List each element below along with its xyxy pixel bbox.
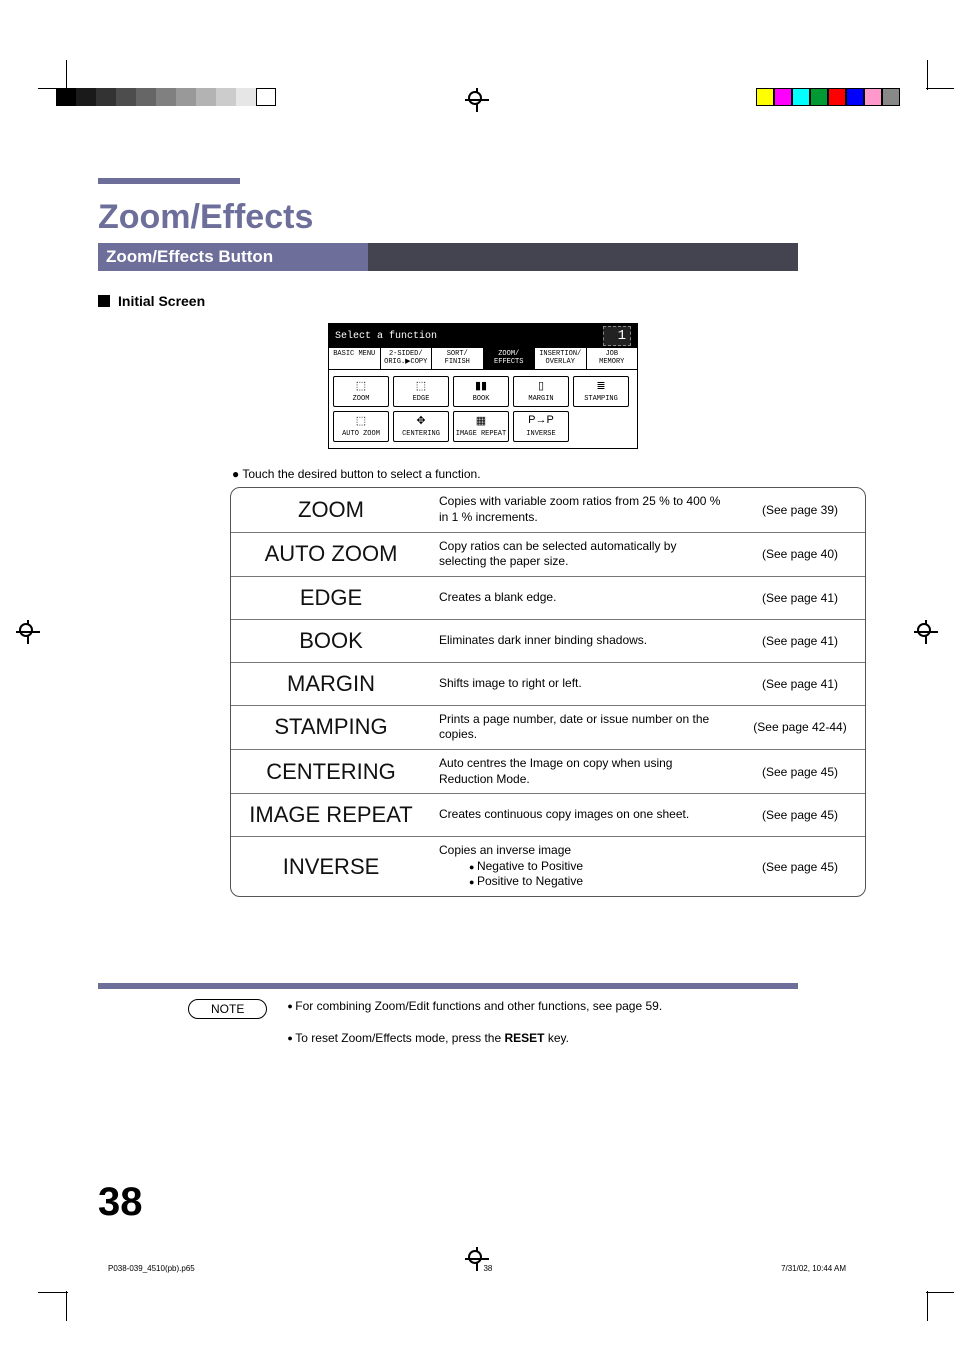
function-row: EDGECreates a blank edge.(See page 41) — [231, 577, 865, 620]
section-header-label: Zoom/Effects Button — [98, 243, 368, 271]
centering-icon: ✥ — [416, 414, 425, 427]
function-description: Eliminates dark inner binding shadows. — [431, 620, 735, 662]
function-description: Creates continuous copy images on one sh… — [431, 794, 735, 836]
function-name: CENTERING — [231, 750, 431, 793]
note-line: For combining Zoom/Edit functions and ot… — [287, 999, 662, 1013]
function-description: Creates a blank edge. — [431, 577, 735, 619]
note-section: NOTE For combining Zoom/Edit functions a… — [98, 999, 868, 1063]
function-description: Prints a page number, date or issue numb… — [431, 706, 735, 749]
function-row: BOOKEliminates dark inner binding shadow… — [231, 620, 865, 663]
function-row: INVERSECopies an inverse imageNegative t… — [231, 837, 865, 896]
edge-icon: ⬚ — [416, 379, 426, 392]
lcd-button-edge[interactable]: ⬚EDGE — [393, 376, 449, 407]
function-row: MARGINShifts image to right or left.(See… — [231, 663, 865, 706]
lcd-button-book[interactable]: ▮▮BOOK — [453, 376, 509, 407]
registration-mark-top — [465, 88, 489, 112]
lcd-tab[interactable]: BASIC MENU — [329, 348, 381, 369]
footer-page: 38 — [483, 1264, 492, 1273]
function-description: Auto centres the Image on copy when usin… — [431, 750, 735, 793]
crop-mark-br — [906, 1271, 946, 1311]
function-row: CENTERINGAuto centres the Image on copy … — [231, 750, 865, 794]
function-name: STAMPING — [231, 706, 431, 749]
touch-instruction: ● Touch the desired button to select a f… — [232, 467, 868, 481]
initial-screen-label: Initial Screen — [118, 293, 205, 309]
lcd-button-zoom[interactable]: ⬚ZOOM — [333, 376, 389, 407]
footer-date: 7/31/02, 10:44 AM — [781, 1264, 846, 1273]
margin-icon: ▯ — [538, 379, 544, 392]
function-reference: (See page 45) — [735, 794, 865, 836]
function-reference: (See page 41) — [735, 577, 865, 619]
lcd-screenshot: Select a function 1 BASIC MENU2-SIDED/ O… — [328, 323, 638, 449]
page-title: Zoom/Effects — [98, 198, 868, 237]
note-badge: NOTE — [188, 999, 267, 1019]
note-lines: For combining Zoom/Edit functions and ot… — [287, 999, 662, 1063]
lcd-prompt: Select a function — [335, 331, 437, 342]
function-reference: (See page 39) — [735, 488, 865, 531]
function-name: ZOOM — [231, 488, 431, 531]
function-reference: (See page 45) — [735, 837, 865, 896]
function-name: BOOK — [231, 620, 431, 662]
lcd-tab[interactable]: ZOOM/ EFFECTS — [484, 348, 536, 369]
function-description: Copies an inverse imageNegative to Posit… — [431, 837, 735, 896]
function-description: Copy ratios can be selected automaticall… — [431, 533, 735, 576]
lcd-tab[interactable]: INSERTION/ OVERLAY — [535, 348, 587, 369]
function-reference: (See page 45) — [735, 750, 865, 793]
lcd-button-auto-zoom[interactable]: ⬚AUTO ZOOM — [333, 411, 389, 442]
lcd-button-margin[interactable]: ▯MARGIN — [513, 376, 569, 407]
image-repeat-icon: ▦ — [476, 414, 486, 427]
lcd-copy-count: 1 — [603, 326, 631, 346]
stamping-icon: ≣ — [596, 379, 605, 392]
lcd-button-image-repeat[interactable]: ▦IMAGE REPEAT — [453, 411, 509, 442]
crop-mark-bl — [48, 1271, 88, 1311]
lcd-button-stamping[interactable]: ≣STAMPING — [573, 376, 629, 407]
function-description: Copies with variable zoom ratios from 25… — [431, 488, 735, 531]
auto-zoom-icon: ⬚ — [356, 414, 366, 427]
note-line: To reset Zoom/Effects mode, press the RE… — [287, 1031, 662, 1045]
function-name: EDGE — [231, 577, 431, 619]
function-row: STAMPINGPrints a page number, date or is… — [231, 706, 865, 750]
function-description: Shifts image to right or left. — [431, 663, 735, 705]
inverse-icon: P→P — [528, 414, 554, 426]
function-row: ZOOMCopies with variable zoom ratios fro… — [231, 488, 865, 532]
initial-screen-heading: Initial Screen — [98, 293, 868, 309]
function-name: INVERSE — [231, 837, 431, 896]
function-name: AUTO ZOOM — [231, 533, 431, 576]
square-bullet-icon — [98, 295, 110, 307]
lcd-tab[interactable]: SORT/ FINISH — [432, 348, 484, 369]
page-content: Zoom/Effects Zoom/Effects Button Initial… — [98, 190, 868, 1063]
function-reference: (See page 41) — [735, 663, 865, 705]
lcd-button-centering[interactable]: ✥CENTERING — [393, 411, 449, 442]
zoom-icon: ⬚ — [356, 379, 366, 392]
accent-bar — [98, 178, 240, 184]
lcd-tab-row: BASIC MENU2-SIDED/ ORIG.▶COPYSORT/ FINIS… — [329, 348, 637, 370]
function-row: IMAGE REPEATCreates continuous copy imag… — [231, 794, 865, 837]
function-table: ZOOMCopies with variable zoom ratios fro… — [230, 487, 866, 897]
function-reference: (See page 42-44) — [735, 706, 865, 749]
section-header-fill — [368, 243, 798, 271]
grayscale-strip — [56, 88, 276, 106]
lcd-header: Select a function 1 — [329, 324, 637, 348]
function-reference: (See page 41) — [735, 620, 865, 662]
function-name: IMAGE REPEAT — [231, 794, 431, 836]
crop-mark-tl — [48, 70, 88, 110]
function-name: MARGIN — [231, 663, 431, 705]
accent-bar-mid — [98, 983, 798, 989]
color-strip — [756, 88, 900, 106]
function-reference: (See page 40) — [735, 533, 865, 576]
registration-mark-right — [914, 620, 938, 644]
registration-mark-left — [16, 620, 40, 644]
crop-mark-tr — [906, 70, 946, 110]
lcd-tab[interactable]: 2-SIDED/ ORIG.▶COPY — [381, 348, 433, 369]
function-row: AUTO ZOOMCopy ratios can be selected aut… — [231, 533, 865, 577]
lcd-button-grid: ⬚ZOOM⬚EDGE▮▮BOOK▯MARGIN≣STAMPING ⬚AUTO ZO… — [329, 370, 637, 448]
book-icon: ▮▮ — [475, 379, 487, 392]
footer-meta: P038-039_4510(pb).p65 38 7/31/02, 10:44 … — [108, 1264, 846, 1273]
section-header: Zoom/Effects Button — [98, 243, 798, 271]
page-number: 38 — [98, 1180, 143, 1225]
footer-file: P038-039_4510(pb).p65 — [108, 1264, 195, 1273]
lcd-tab[interactable]: JOB MEMORY — [587, 348, 638, 369]
lcd-button-inverse[interactable]: P→PINVERSE — [513, 411, 569, 442]
